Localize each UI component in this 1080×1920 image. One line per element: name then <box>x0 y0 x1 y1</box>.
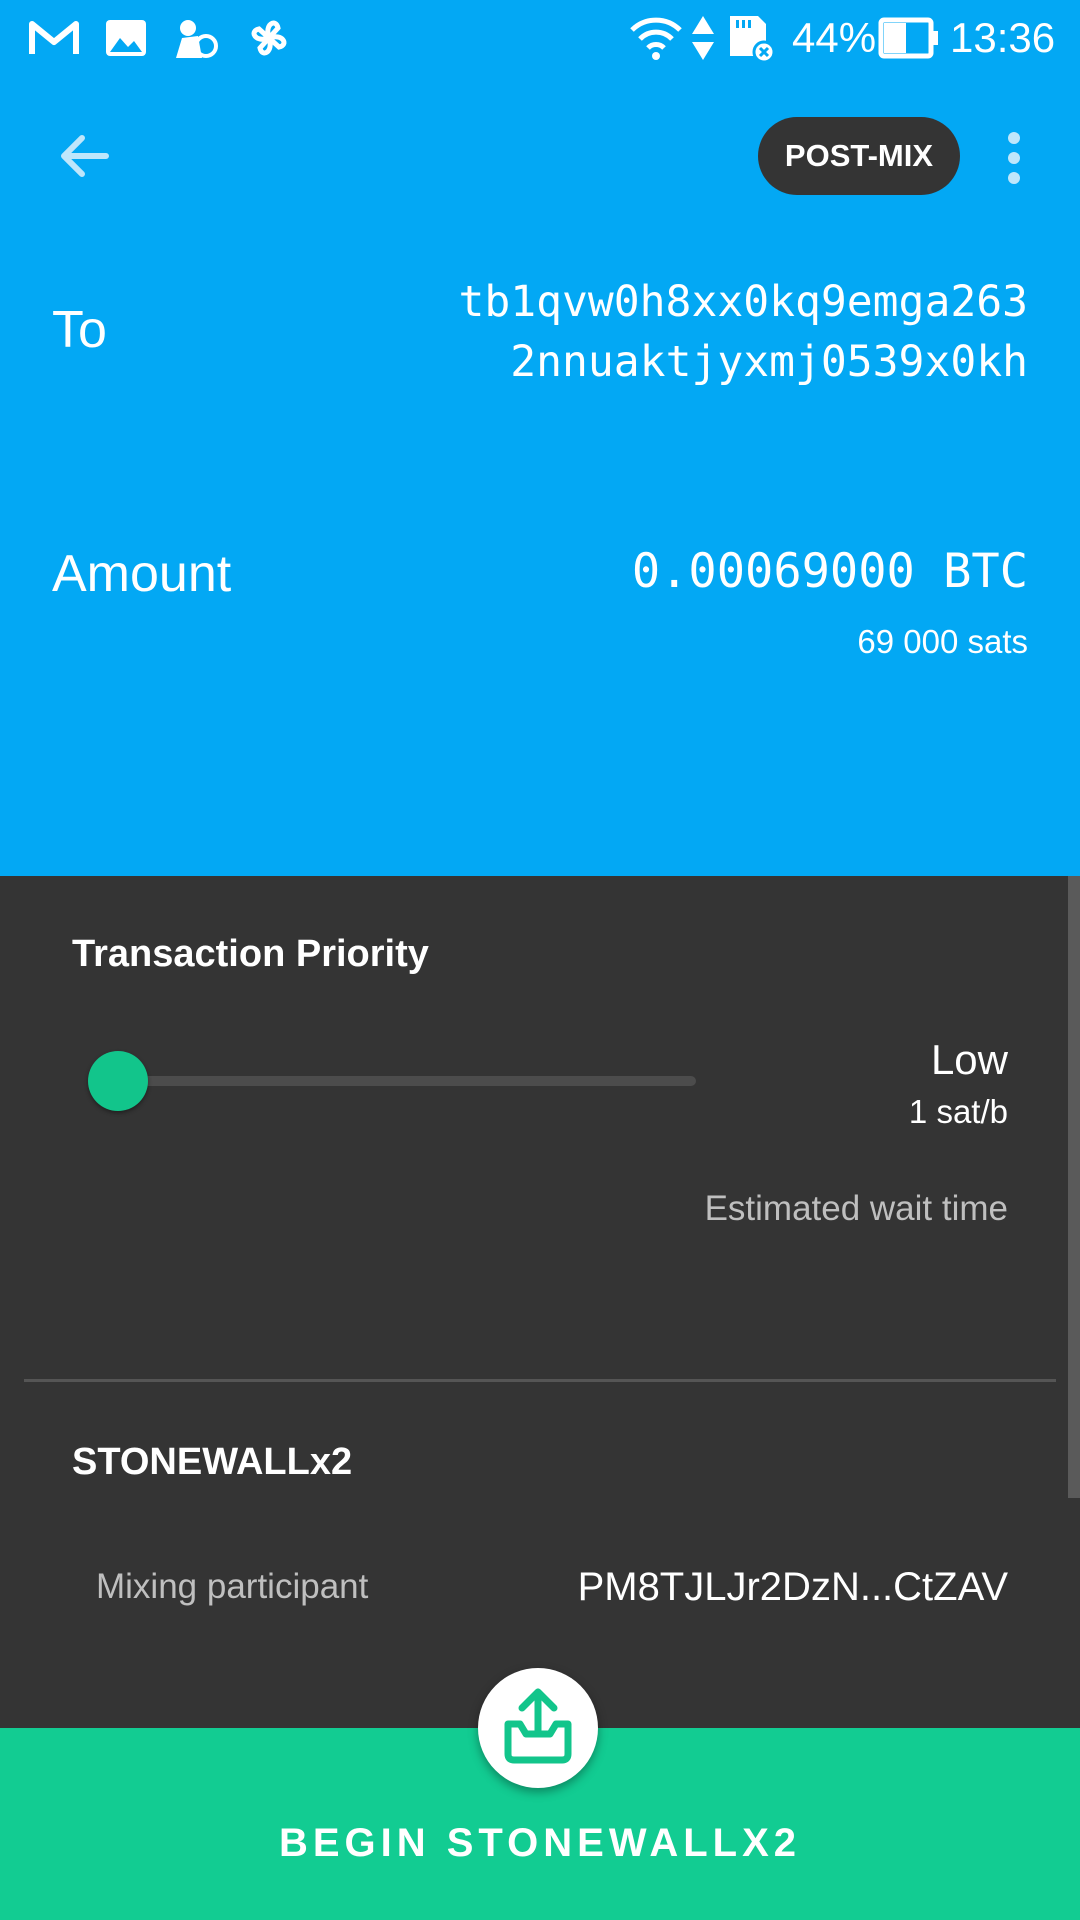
amount-btc[interactable]: 0.00069000 BTC <box>632 542 1028 602</box>
arrow-back-icon[interactable] <box>54 126 114 186</box>
section-divider <box>24 1379 1056 1382</box>
data-arrows-icon <box>692 16 714 60</box>
more-vert-icon[interactable] <box>998 128 1030 188</box>
recipient-address[interactable]: tb1qvw0h8xx0kq9emga263 2nnuaktjyxmj0539x… <box>388 272 1028 392</box>
priority-title: Transaction Priority <box>72 933 429 975</box>
participant-label: Mixing participant <box>96 1567 369 1606</box>
fee-rate: 1 sat/b <box>908 1093 1008 1130</box>
address-line-2: 2nnuaktjyxmj0539x0kh <box>510 337 1028 387</box>
send-fab[interactable] <box>478 1668 598 1788</box>
image-icon <box>106 20 146 56</box>
participant-value[interactable]: PM8TJLJr2DzN...CtZAV <box>578 1562 1008 1612</box>
upload-tray-icon <box>504 1688 572 1764</box>
app-icon <box>176 20 218 58</box>
to-label: To <box>52 301 107 359</box>
clock: 13:36 <box>950 14 1056 61</box>
begin-stonewall-label: BEGIN STONEWALLX2 <box>278 1821 802 1865</box>
scrollbar[interactable] <box>1068 876 1080 1498</box>
stonewall-title: STONEWALLx2 <box>72 1441 353 1483</box>
account-chip[interactable]: POST-MIX <box>758 117 960 195</box>
battery-icon <box>878 17 938 59</box>
pinwheel-icon <box>251 20 287 56</box>
estimated-wait-label: Estimated wait time <box>704 1189 1008 1228</box>
status-bar: 44% 13:36 <box>0 0 1080 76</box>
sd-card-icon <box>730 16 776 62</box>
amount-label: Amount <box>52 545 232 603</box>
priority-level: Low <box>930 1036 1008 1083</box>
priority-slider-thumb[interactable] <box>88 1051 148 1111</box>
address-line-1: tb1qvw0h8xx0kq9emga263 <box>458 277 1028 327</box>
priority-slider[interactable] <box>88 1051 696 1111</box>
wifi-icon <box>630 17 682 60</box>
amount-sats: 69 000 sats <box>857 623 1028 660</box>
gmail-icon <box>29 21 79 54</box>
battery-percent: 44% <box>792 14 877 61</box>
